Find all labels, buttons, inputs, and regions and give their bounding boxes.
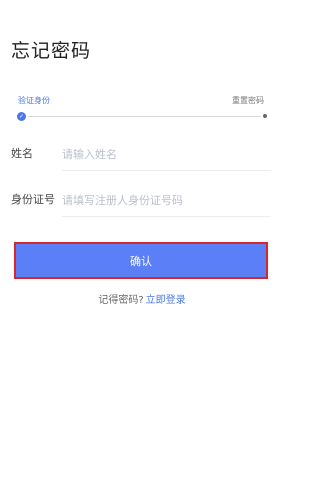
step-progress: 验证身份 重置密码 ✓ <box>17 96 267 122</box>
page-title: 忘记密码 <box>11 40 92 62</box>
step-progress-line <box>28 116 261 117</box>
name-label: 姓名 <box>11 147 33 160</box>
id-number-label: 身份证号 <box>11 193 55 206</box>
remember-password-text: 记得密码? <box>98 295 144 306</box>
login-now-link[interactable]: 立即登录 <box>146 295 186 306</box>
name-row: 姓名 <box>11 139 271 171</box>
id-number-input[interactable] <box>62 185 271 217</box>
step-verify-identity-label: 验证身份 <box>18 96 50 105</box>
confirm-button[interactable]: 确认 <box>14 242 268 279</box>
id-number-row: 身份证号 <box>11 185 271 217</box>
login-prompt: 记得密码? 立即登录 <box>0 294 284 308</box>
step-pending-dot <box>263 114 267 118</box>
name-input[interactable] <box>62 139 271 171</box>
step-reset-password-label: 重置密码 <box>232 96 264 105</box>
check-icon: ✓ <box>17 112 26 121</box>
